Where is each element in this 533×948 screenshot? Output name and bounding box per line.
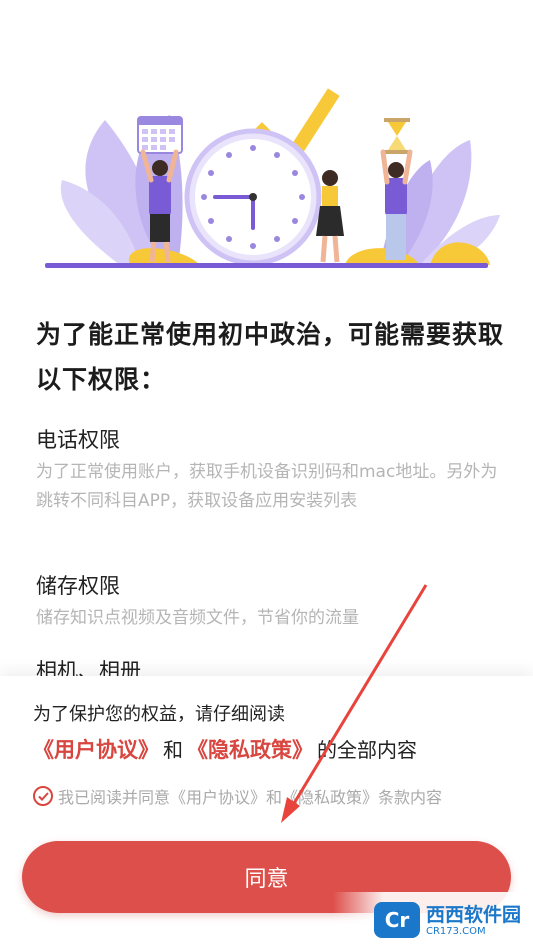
user-agreement-link[interactable]: 《用户协议》 [33,738,159,762]
clock-icon [184,128,322,266]
person-right [380,149,413,260]
hourglass-icon [384,118,410,154]
calendar-icon [137,116,183,154]
links-suffix: 的全部内容 [317,738,417,762]
permission-description: 储存知识点视频及音频文件，节省你的流量 [36,608,359,628]
permission-item-storage: 储存权限 储存知识点视频及音频文件，节省你的流量 [36,570,506,633]
permission-title: 储存权限 [36,574,120,598]
ground-line [45,263,488,268]
watermark-text: 西西软件园 [425,903,521,926]
watermark-logo: Cr [373,902,420,938]
privacy-notice: 为了保护您的权益，请仔细阅读 [33,704,285,725]
consent-text: 我已阅读并同意《用户协议》和《隐私政策》条款内容 [58,788,443,807]
page-title: 为了能正常使用初中政治，可能需要获取以下权限： [36,320,505,394]
permission-item-phone: 电话权限 为了正常使用账户，获取手机设备识别码和mac地址。另外为跳转不同科目A… [36,424,506,516]
permission-title: 电话权限 [36,428,120,452]
hero-illustration [45,88,500,268]
permission-description: 为了正常使用账户，获取手机设备识别码和mac地址。另外为跳转不同科目APP，获取… [36,462,498,511]
privacy-policy-link[interactable]: 《隐私政策》 [187,738,313,762]
plant-right [345,140,500,265]
check-circle-icon[interactable] [33,786,53,806]
consent-row[interactable]: 我已阅读并同意《用户协议》和《隐私政策》条款内容 [33,784,442,808]
and-text: 和 [163,738,183,762]
policy-links-line: 《用户协议》和《隐私政策》 的全部内容 [33,734,417,764]
site-watermark: Cr 西西软件园 CR173.COM [333,892,533,948]
watermark-url: CR173.COM [425,925,486,937]
watermark-text-group: 西西软件园 CR173.COM [426,904,521,937]
